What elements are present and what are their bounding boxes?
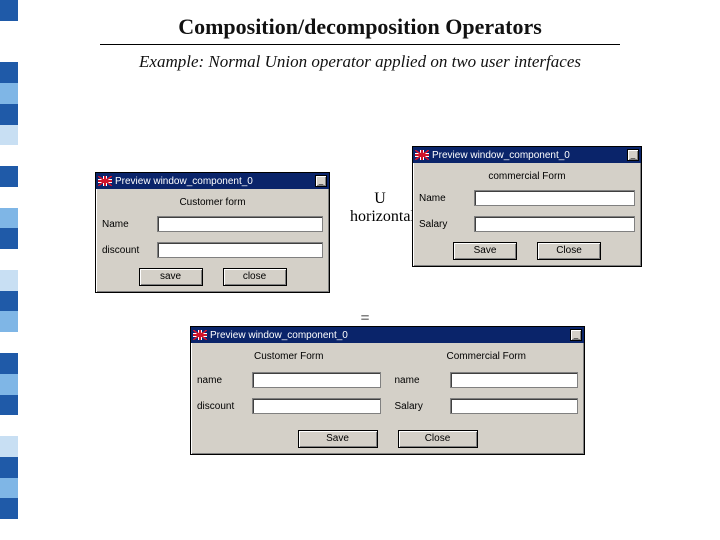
heading-underline [100, 44, 620, 45]
close-button[interactable]: close [223, 268, 287, 286]
window-customer-form: Preview window_component_0 _ Customer fo… [95, 172, 330, 293]
name-label: Name [419, 193, 474, 204]
union-symbol: U [374, 190, 386, 207]
discount-label: discount [197, 401, 252, 412]
form-title: commercial Form [419, 171, 635, 182]
salary-input[interactable] [450, 398, 579, 414]
save-button[interactable]: Save [453, 242, 517, 260]
discount-input[interactable] [252, 398, 381, 414]
name-label: Name [102, 219, 157, 230]
close-button[interactable]: Close [398, 430, 478, 448]
name-input[interactable] [450, 372, 579, 388]
window-commercial-form: Preview window_component_0 _ commercial … [412, 146, 642, 267]
flag-icon [193, 330, 207, 340]
close-button[interactable]: Close [537, 242, 601, 260]
result-col-customer: Customer Form name discount [197, 347, 381, 424]
save-button[interactable]: save [139, 268, 203, 286]
result-col-commercial: Commercial Form name Salary [395, 347, 579, 424]
discount-input[interactable] [157, 242, 323, 258]
slide-heading: Composition/decomposition Operators [0, 14, 720, 40]
window-title: Preview window_component_0 [115, 176, 253, 187]
save-button[interactable]: Save [298, 430, 378, 448]
form-title: Customer form [102, 197, 323, 208]
discount-label: discount [102, 245, 157, 256]
name-label: name [197, 375, 252, 386]
minimize-button[interactable]: _ [570, 329, 582, 341]
union-mode: horizontal [350, 208, 415, 225]
window-title: Preview window_component_0 [432, 150, 570, 161]
union-operator-label: U horizontal [350, 190, 410, 227]
titlebar[interactable]: Preview window_component_0 _ [191, 327, 584, 343]
name-input[interactable] [474, 190, 635, 206]
col-title: Customer Form [197, 351, 381, 362]
name-input[interactable] [252, 372, 381, 388]
name-label: name [395, 375, 450, 386]
decorative-strip [0, 0, 18, 540]
window-title: Preview window_component_0 [210, 330, 348, 341]
flag-icon [415, 150, 429, 160]
salary-label: Salary [395, 401, 450, 412]
titlebar[interactable]: Preview window_component_0 _ [413, 147, 641, 163]
slide-subtitle: Example: Normal Union operator applied o… [0, 52, 720, 72]
col-title: Commercial Form [395, 351, 579, 362]
name-input[interactable] [157, 216, 323, 232]
flag-icon [98, 176, 112, 186]
salary-label: Salary [419, 219, 474, 230]
titlebar[interactable]: Preview window_component_0 _ [96, 173, 329, 189]
minimize-button[interactable]: _ [315, 175, 327, 187]
salary-input[interactable] [474, 216, 635, 232]
window-result: Preview window_component_0 _ Customer Fo… [190, 326, 585, 455]
minimize-button[interactable]: _ [627, 149, 639, 161]
